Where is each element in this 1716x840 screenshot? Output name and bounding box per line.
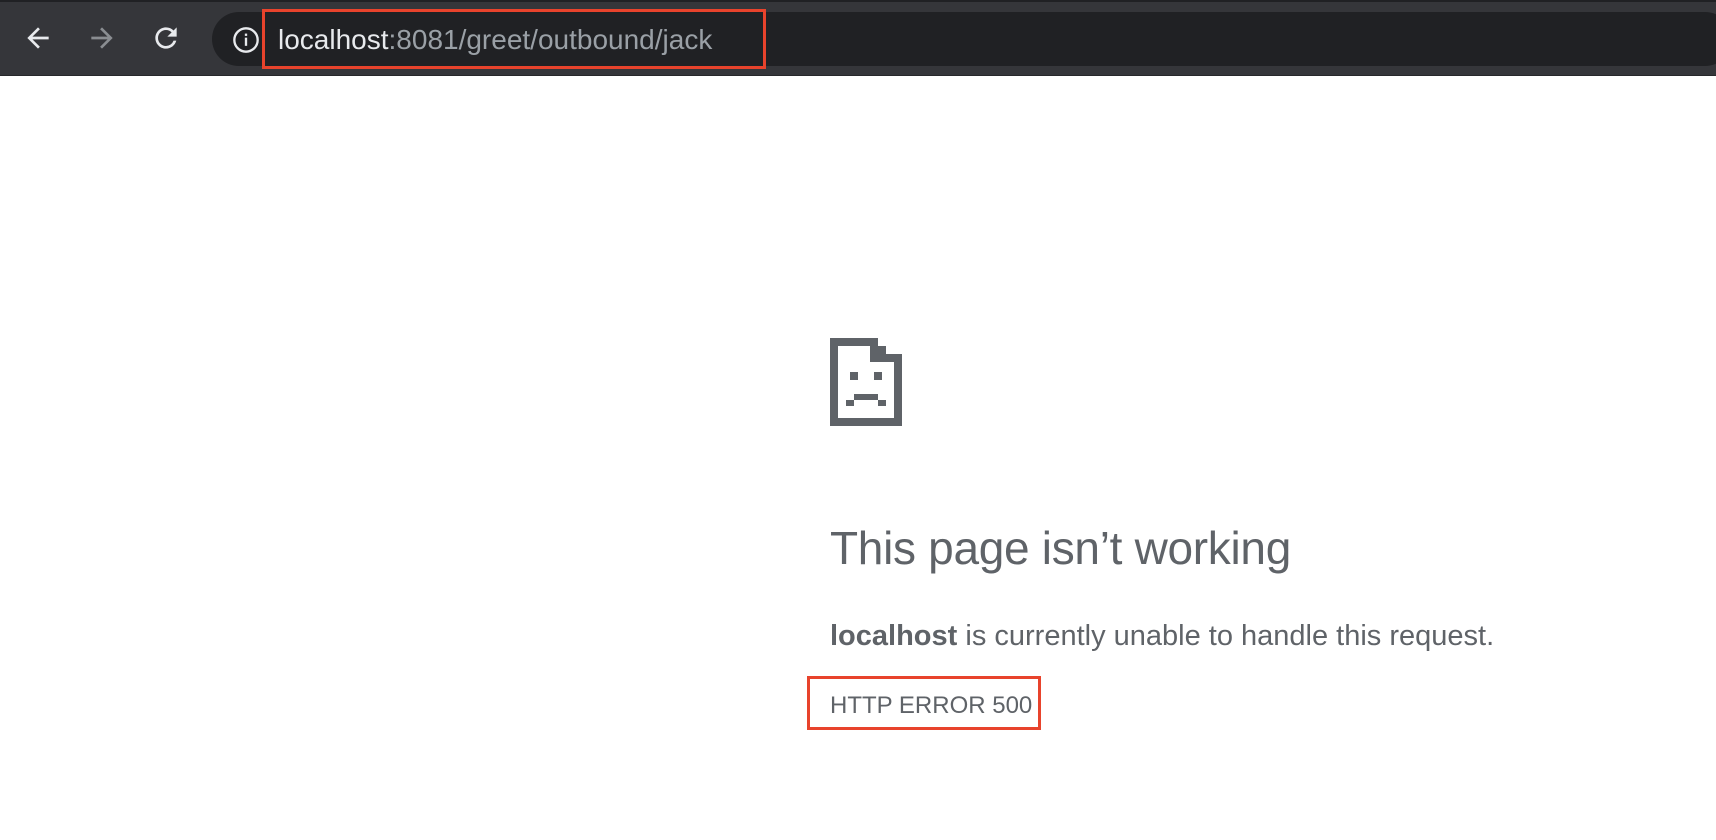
reload-icon	[155, 27, 177, 49]
sad-page-icon	[830, 338, 902, 426]
error-title: This page isn’t working	[830, 522, 1291, 574]
back-button[interactable]	[18, 18, 58, 58]
error-code: HTTP ERROR 500	[830, 692, 1033, 719]
url-text[interactable]: localhost:8081/greet/outbound/jack	[278, 21, 712, 59]
url-host: localhost	[278, 24, 389, 55]
info-icon[interactable]	[232, 26, 260, 54]
browser-toolbar: localhost:8081/greet/outbound/jack	[0, 0, 1716, 76]
forward-button[interactable]	[82, 18, 122, 58]
arrow-left-icon	[27, 27, 49, 49]
error-description-text: is currently unable to handle this reque…	[957, 620, 1495, 652]
error-host: localhost	[830, 620, 958, 652]
error-description: localhost is currently unable to handle …	[830, 616, 1494, 656]
reload-button[interactable]	[146, 18, 186, 58]
arrow-right-icon	[91, 27, 113, 49]
url-path: :8081/greet/outbound/jack	[388, 24, 713, 55]
